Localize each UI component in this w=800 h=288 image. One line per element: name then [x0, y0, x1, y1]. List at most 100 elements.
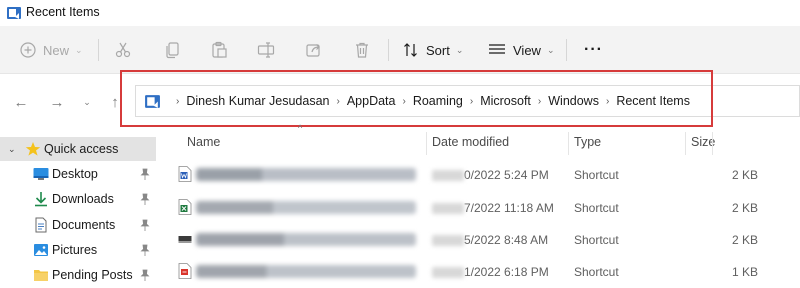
column-header-date-modified[interactable]: Date modified: [432, 129, 509, 155]
toolbar-divider: [388, 39, 389, 61]
more-icon: ···: [584, 41, 603, 58]
address-highlight-annotation: [120, 70, 713, 127]
sidebar-item-documents[interactable]: Documents: [0, 213, 156, 237]
file-date: 5/2022 8:48 AM: [432, 233, 548, 247]
file-size: 2 KB: [731, 168, 758, 182]
recent-locations-button[interactable]: ⌄: [77, 92, 97, 112]
pdf-doc-icon: [178, 263, 192, 279]
column-divider[interactable]: [685, 132, 686, 155]
view-label: View: [513, 42, 541, 58]
desktop-icon: [33, 168, 49, 180]
file-date: 7/2022 11:18 AM: [432, 201, 554, 215]
pin-icon: [140, 244, 150, 256]
sidebar-item-label: Pictures: [52, 243, 98, 257]
file-type: Shortcut: [574, 168, 619, 182]
toolbar-divider: [98, 39, 99, 61]
date-redacted: [432, 267, 464, 279]
column-header-name[interactable]: Name: [187, 129, 220, 155]
date-redacted: [432, 170, 464, 182]
chevron-down-icon: ⌄: [546, 44, 555, 55]
file-date: 1/2022 6:18 PM: [432, 265, 549, 279]
copy-icon: [166, 42, 179, 59]
copy-button[interactable]: [163, 26, 181, 74]
rename-icon: [257, 42, 275, 58]
pictures-icon: [34, 244, 48, 256]
more-options-button[interactable]: ···: [584, 26, 603, 74]
back-button[interactable]: ←: [11, 92, 31, 112]
column-header-type[interactable]: Type: [574, 129, 601, 155]
file-type: Shortcut: [574, 265, 619, 279]
column-divider[interactable]: [426, 132, 427, 155]
column-divider[interactable]: [568, 132, 569, 155]
file-list: Name ^ Date modified Type Size 0/2022 5:…: [160, 123, 800, 288]
excel-doc-icon: [178, 199, 192, 215]
sidebar-item-label: Documents: [52, 218, 116, 232]
share-icon: [306, 44, 320, 57]
sidebar-item-label: Pending Posts: [52, 268, 133, 282]
rename-button[interactable]: [257, 26, 275, 74]
view-button[interactable]: View ⌄: [488, 26, 555, 74]
file-size: 2 KB: [731, 201, 758, 215]
file-type: Shortcut: [574, 233, 619, 247]
chevron-down-icon[interactable]: ⌄: [8, 144, 16, 155]
word-doc-icon: [178, 166, 192, 182]
command-bar: New ⌄ Sort ⌄ View ⌄ ···: [0, 26, 800, 74]
arrow-left-icon: ←: [13, 93, 29, 111]
toolbar-divider: [566, 39, 567, 61]
sidebar-item-label: Downloads: [52, 192, 114, 206]
sort-button[interactable]: Sort ⌄: [403, 26, 463, 74]
chevron-down-icon: ⌄: [75, 44, 83, 55]
table-row[interactable]: 5/2022 8:48 AM Shortcut 2 KB: [160, 223, 800, 255]
navigation-pane: ⌄ Quick access Desktop Downloads Documen…: [0, 129, 156, 288]
sidebar-item-desktop[interactable]: Desktop: [0, 162, 156, 186]
pin-icon: [140, 219, 150, 231]
table-row[interactable]: 7/2022 11:18 AM Shortcut 2 KB: [160, 191, 800, 223]
file-type: Shortcut: [574, 201, 619, 215]
file-name-redacted: [196, 168, 416, 181]
title-bar: Recent Items: [0, 0, 800, 26]
arrow-right-icon: →: [49, 93, 65, 111]
pin-icon: [140, 193, 150, 205]
arrow-up-icon: ↑: [111, 93, 119, 111]
forward-button[interactable]: →: [47, 92, 67, 112]
chevron-down-icon: ⌄: [83, 96, 91, 107]
delete-button[interactable]: [353, 26, 371, 74]
file-icon: [178, 236, 192, 243]
file-name-redacted: [196, 265, 416, 278]
folder-icon: [34, 270, 48, 281]
file-size: 2 KB: [731, 233, 758, 247]
date-redacted: [432, 235, 464, 247]
star-icon: [25, 142, 41, 156]
file-size: 1 KB: [731, 265, 758, 279]
sort-label: Sort: [426, 42, 450, 58]
date-redacted: [432, 203, 464, 215]
download-icon: [35, 192, 47, 207]
sidebar-item-downloads[interactable]: Downloads: [0, 187, 156, 211]
paste-button[interactable]: [210, 26, 228, 74]
sort-icon: [404, 43, 417, 57]
pin-icon: [140, 269, 150, 281]
share-button[interactable]: [305, 26, 323, 74]
sort-ascending-icon: ^: [298, 123, 303, 133]
file-name-redacted: [196, 233, 416, 246]
column-header-label: Type: [574, 135, 602, 149]
recent-items-icon: [7, 7, 21, 19]
table-row[interactable]: 1/2022 6:18 PM Shortcut 1 KB: [160, 255, 800, 287]
delete-icon: [356, 42, 368, 58]
paste-icon: [212, 41, 227, 58]
sidebar-item-label: Desktop: [52, 167, 98, 181]
table-row[interactable]: 0/2022 5:24 PM Shortcut 2 KB: [160, 158, 800, 190]
chevron-down-icon: ⌄: [455, 44, 464, 55]
cut-button[interactable]: [114, 26, 132, 74]
sidebar-item-pictures[interactable]: Pictures: [0, 238, 156, 262]
column-header-label: Date modified: [432, 135, 510, 149]
sidebar-item-pending-posts[interactable]: Pending Posts: [0, 263, 156, 287]
window-title: Recent Items: [26, 5, 100, 19]
column-divider[interactable]: [712, 132, 713, 155]
cut-icon: [115, 42, 131, 58]
new-button[interactable]: New ⌄: [20, 26, 83, 74]
view-icon: [489, 44, 505, 54]
file-name-redacted: [196, 201, 416, 214]
pin-icon: [140, 168, 150, 180]
sidebar-item-quick-access[interactable]: ⌄ Quick access: [0, 137, 156, 161]
